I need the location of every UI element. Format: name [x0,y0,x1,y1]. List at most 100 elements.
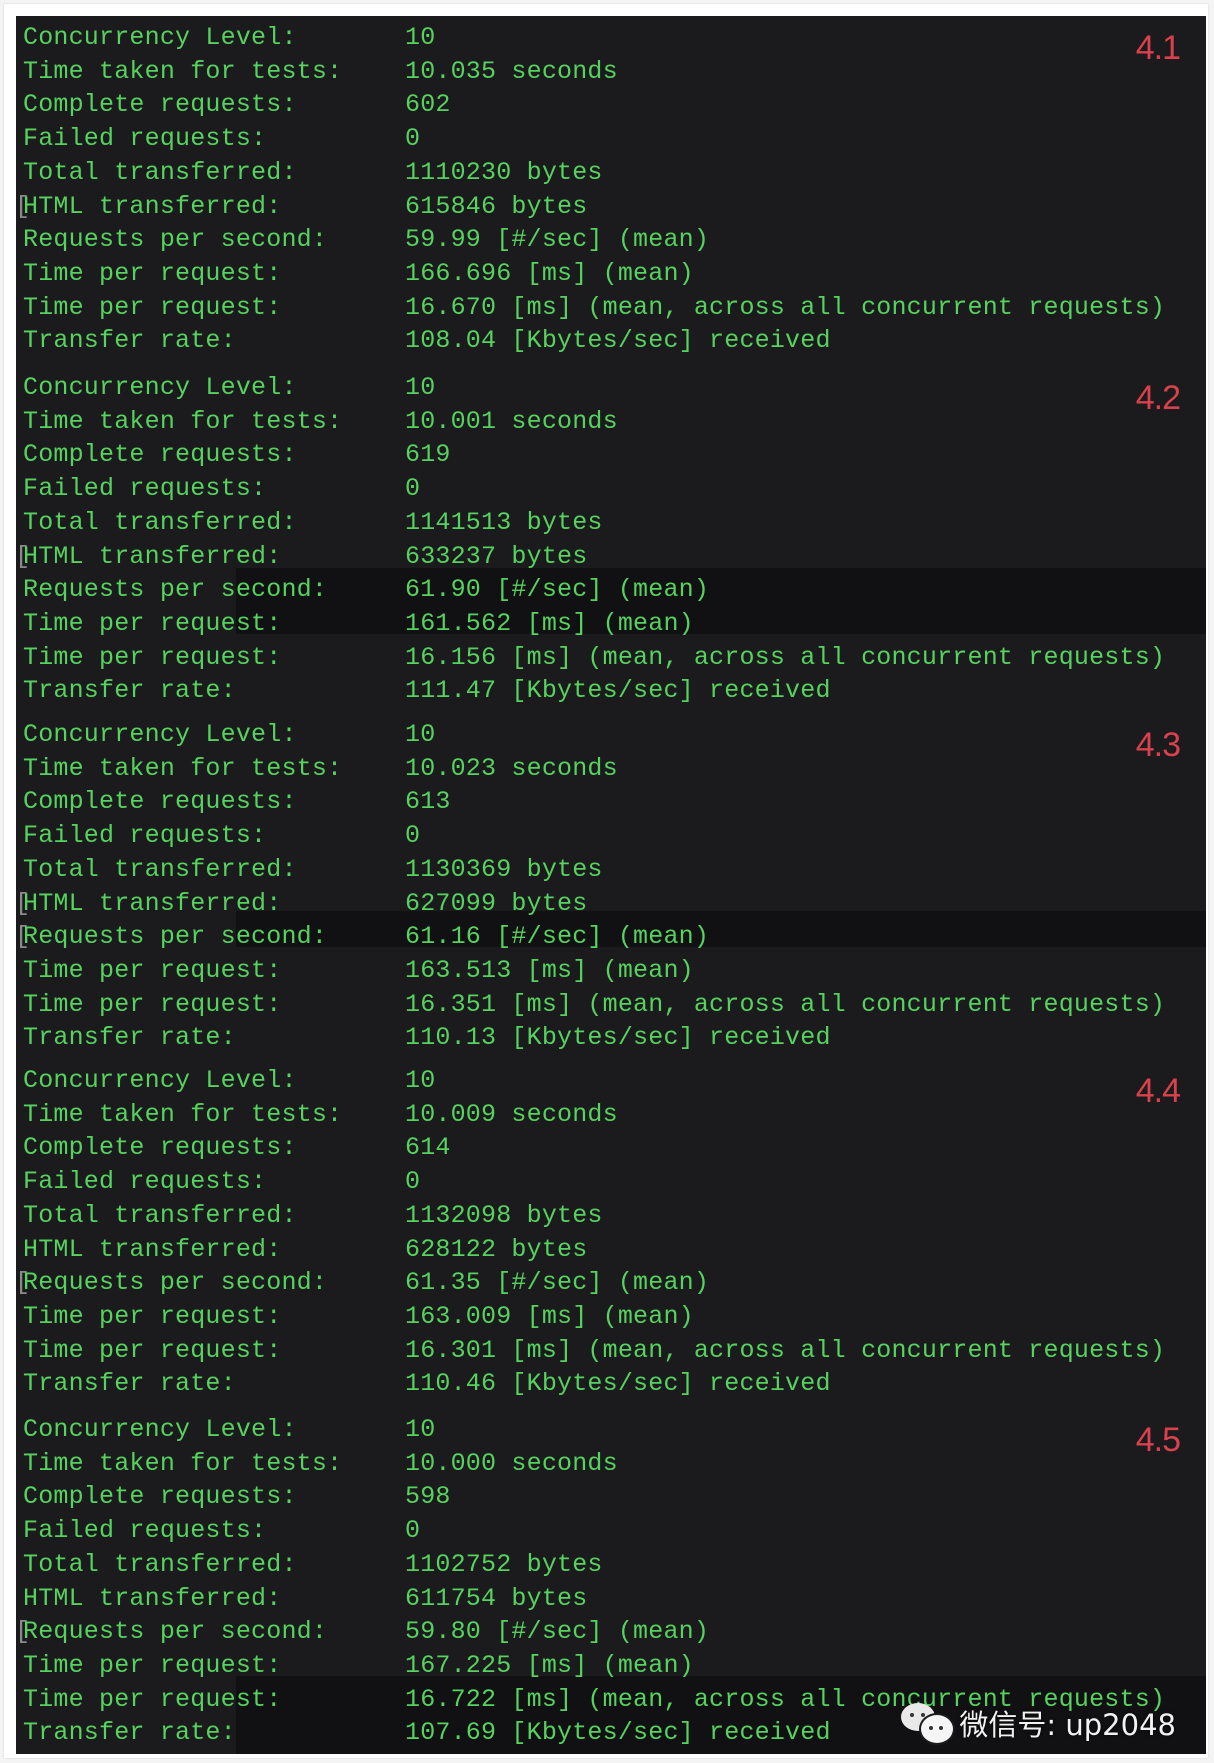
run-tag: 4.4 [1135,1072,1181,1110]
row-value: 163.513 [ms] (mean) [405,955,694,985]
row-label: Time per request: [23,1301,282,1331]
benchmark-result-block: 4.3 Concurrency Level: 10 Time taken for te… [16,718,1206,1058]
row-value: 0 [405,124,421,154]
row-label: Time per request: [23,258,282,288]
row-value: 10 [405,23,436,52]
benchmark-result-block: 4.1 Concurrency Level: 10 Time taken for te… [16,21,1206,361]
row-value: 611754 bytes [405,1583,588,1613]
row-label: Transfer rate: [23,1718,236,1748]
row-value: 598 [405,1482,451,1512]
row-value: 16.670 [ms] (mean, across all concurrent… [405,292,1166,322]
row-value: 10 [405,1066,436,1095]
row-label: Failed requests: [23,474,267,504]
image-frame: 4.1 Concurrency Level: 10 Time taken for te… [4,4,1208,1758]
benchmark-result-block: 4.4 Concurrency Level: 10 Time taken for te… [16,1064,1206,1404]
row-label: Time taken for tests: [23,1099,343,1129]
row-value: 167.225 [ms] (mean) [405,1650,694,1680]
row-label: HTML transferred: [23,1583,282,1613]
benchmark-result-block: 4.2 Concurrency Level: 10 Time taken for te… [16,371,1206,711]
row-label: Time per request: [23,642,282,672]
row-value: 10.001 seconds [405,406,618,436]
row-value: 163.009 [ms] (mean) [405,1301,694,1331]
row-value: 613 [405,787,451,817]
row-value: 10.035 seconds [405,56,618,86]
row-value: 16.351 [ms] (mean, across all concurrent… [405,989,1166,1019]
row-value: 111.47 [Kbytes/sec] received [405,676,831,706]
row-label: Time taken for tests: [23,1448,343,1478]
row-label: Time per request: [23,1650,282,1680]
row-value: 59.80 [#/sec] (mean) [405,1617,710,1647]
row-label: Total transferred: [23,157,297,187]
row-label: HTML transferred: [23,1234,282,1264]
row-label: Transfer rate: [23,1023,236,1053]
row-label: Failed requests: [23,1167,267,1197]
row-label: Requests per second: [23,575,328,605]
row-label: Total transferred: [23,507,297,537]
row-value: 1102752 bytes [405,1549,603,1579]
row-label: Requests per second: [23,922,328,952]
row-value: 0 [405,474,421,504]
watermark: 微信号: up2048 [901,1702,1176,1745]
row-label: Concurrency Level: [23,373,297,402]
row-label: Concurrency Level: [23,23,297,52]
row-value: 10 [405,720,436,749]
row-label: Total transferred: [23,1200,297,1230]
row-value: 10.023 seconds [405,753,618,783]
row-label: Time per request: [23,989,282,1019]
row-label: Total transferred: [23,854,297,884]
row-value: 1141513 bytes [405,507,603,537]
row-label: Time per request: [23,955,282,985]
row-value: 16.301 [ms] (mean, across all concurrent… [405,1335,1166,1365]
row-value: 10 [405,1415,436,1444]
row-label: Time per request: [23,292,282,322]
row-label: Complete requests: [23,1133,297,1163]
row-value: 166.696 [ms] (mean) [405,258,694,288]
row-value: 61.16 [#/sec] (mean) [405,922,710,952]
row-label: Complete requests: [23,440,297,470]
row-value: 110.46 [Kbytes/sec] received [405,1369,831,1399]
row-label: Concurrency Level: [23,720,297,749]
run-tag: 4.2 [1135,379,1181,417]
row-value: 1132098 bytes [405,1200,603,1230]
row-label: Time taken for tests: [23,753,343,783]
wechat-icon [901,1703,956,1745]
row-value: 627099 bytes [405,888,588,918]
row-label: Total transferred: [23,1549,297,1579]
row-label: Time per request: [23,608,282,638]
row-value: 614 [405,1133,451,1163]
row-label: Requests per second: [23,225,328,255]
row-value: 0 [405,1516,421,1546]
row-value: 633237 bytes [405,541,588,571]
row-label: Time taken for tests: [23,56,343,86]
row-value: 615846 bytes [405,191,588,221]
row-label: Failed requests: [23,1516,267,1546]
watermark-text: 微信号: up2048 [959,1708,1176,1742]
run-tag: 4.1 [1135,29,1181,67]
row-value: 161.562 [ms] (mean) [405,608,694,638]
row-value: 1110230 bytes [405,157,603,187]
row-value: 628122 bytes [405,1234,588,1264]
row-value: 108.04 [Kbytes/sec] received [405,326,831,356]
row-value: 61.90 [#/sec] (mean) [405,575,710,605]
row-label: HTML transferred: [23,888,282,918]
row-value: 16.156 [ms] (mean, across all concurrent… [405,642,1166,672]
row-label: Requests per second: [23,1268,328,1298]
row-label: Complete requests: [23,787,297,817]
row-label: Time per request: [23,1684,282,1714]
row-label: Transfer rate: [23,676,236,706]
run-tag: 4.5 [1135,1421,1181,1459]
row-value: 10 [405,373,436,402]
row-label: Transfer rate: [23,326,236,356]
row-value: 59.99 [#/sec] (mean) [405,225,710,255]
row-label: HTML transferred: [23,191,282,221]
row-value: 619 [405,440,451,470]
row-label: Complete requests: [23,1482,297,1512]
row-value: 0 [405,821,421,851]
row-label: Time taken for tests: [23,406,343,436]
row-value: 10.000 seconds [405,1448,618,1478]
row-value: 61.35 [#/sec] (mean) [405,1268,710,1298]
row-label: Time per request: [23,1335,282,1365]
row-value: 0 [405,1167,421,1197]
terminal-output-panel: 4.1 Concurrency Level: 10 Time taken for te… [16,16,1206,1754]
row-label: Transfer rate: [23,1369,236,1399]
